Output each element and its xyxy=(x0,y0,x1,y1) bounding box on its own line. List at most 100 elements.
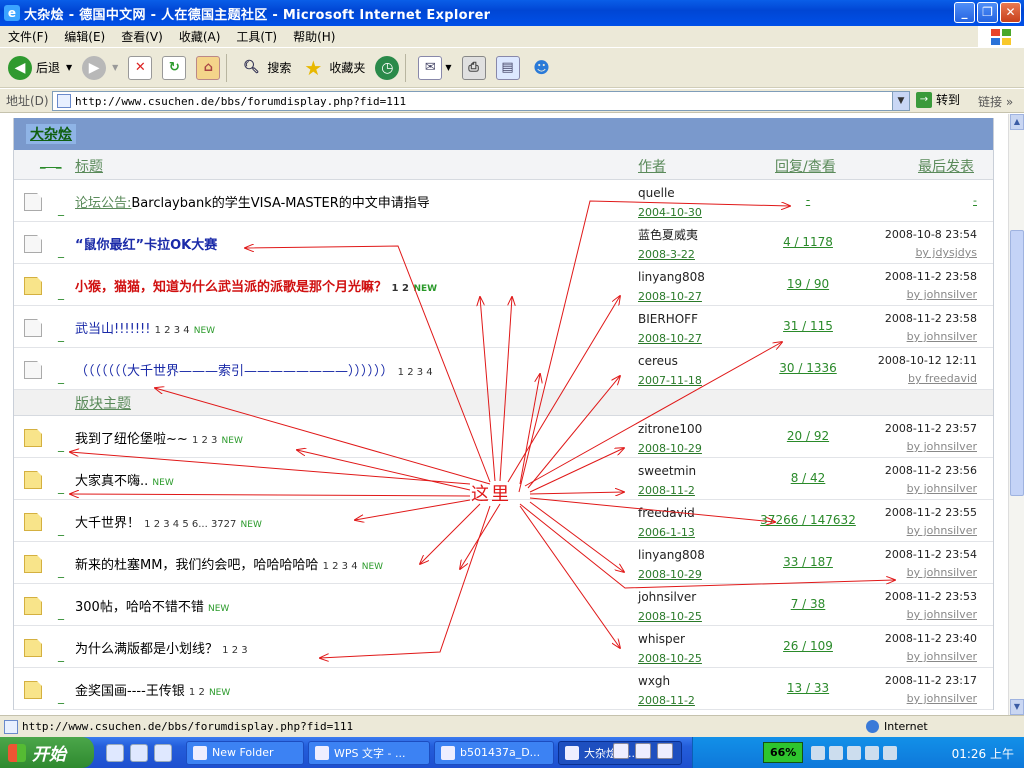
thread-title[interactable]: 武当山!!!!!!! 1 2 3 4 NEW xyxy=(75,318,215,337)
tray-arrow-icon[interactable] xyxy=(811,745,826,760)
thread-title-text[interactable]: 金奖国画----王传银 xyxy=(75,684,185,699)
last-post-by[interactable]: by johnsilver xyxy=(885,690,977,708)
mail-dropdown-icon[interactable]: ▼ xyxy=(445,63,451,72)
thread-title[interactable]: 新来的杜塞MM，我们约会吧，哈哈哈哈哈 1 2 3 4 NEW xyxy=(75,554,383,573)
favorites-button[interactable]: ★ 收藏夹 xyxy=(299,51,367,85)
author-name[interactable]: zitrone100 xyxy=(638,419,702,439)
task-wps[interactable]: WPS 文字 - ... xyxy=(308,740,430,765)
last-post-time[interactable]: 2008-11-2 23:40 xyxy=(885,630,977,648)
thread-title[interactable]: 大千世界！ 1 2 3 4 5 6... 3727 NEW xyxy=(75,512,262,531)
menu-tools[interactable]: 工具(T) xyxy=(228,28,285,45)
thread-title[interactable]: 我到了纽伦堡啦~~ 1 2 3 NEW xyxy=(75,428,243,447)
task-pdf[interactable]: b501437a_D... xyxy=(434,740,554,765)
replies-views[interactable]: - xyxy=(758,193,858,207)
thread-title[interactable]: 小猴，猫猫，知道为什么武当派的派歌是那个月光嘛？ 1 2 NEW xyxy=(75,276,437,295)
home-button[interactable]: ⌂ xyxy=(194,51,222,85)
author-name[interactable]: BIERHOFF xyxy=(638,309,702,329)
quicklaunch-media-icon[interactable] xyxy=(130,743,148,762)
last-post-by[interactable]: by johnsilver xyxy=(885,328,977,346)
thread-title[interactable]: （（（（（（（大千世界———索引————————）））））） 1 2 3 4 xyxy=(75,360,433,379)
thread-title[interactable]: 300帖，哈哈不错不错 NEW xyxy=(75,596,229,615)
last-post-time[interactable]: 2008-11-2 23:53 xyxy=(885,588,977,606)
quicklaunch-ie-icon[interactable] xyxy=(154,743,172,762)
page-links[interactable]: 1 2 3 4 5 6... 3727 xyxy=(144,519,236,530)
address-url[interactable]: http://www.csuchen.de/bbs/forumdisplay.p… xyxy=(75,95,406,108)
thread-title-text[interactable]: 300帖，哈哈不错不错 xyxy=(75,600,204,615)
thread-title-text[interactable]: “鼠你最红”卡拉OK大赛 xyxy=(75,238,217,253)
start-button[interactable]: 开始 xyxy=(0,737,94,768)
column-last-post[interactable]: 最后发表 xyxy=(918,156,974,176)
author-name[interactable]: wxgh xyxy=(638,671,695,691)
forward-button[interactable]: ▶ ▼ xyxy=(80,51,120,85)
replies-views[interactable]: 8 / 42 xyxy=(758,471,858,485)
messenger-button[interactable]: ☻ xyxy=(528,51,556,85)
go-button[interactable]: → 转到 xyxy=(916,91,960,108)
search-button[interactable]: 🔍︎ 搜索 xyxy=(237,51,293,85)
last-post-time[interactable]: 2008-11-2 23:56 xyxy=(885,462,977,480)
replies-views[interactable]: 30 / 1336 xyxy=(758,361,858,375)
forward-dropdown-icon[interactable]: ▼ xyxy=(112,63,118,72)
thread-title-text[interactable]: 武当山!!!!!!! xyxy=(75,322,150,337)
page-links[interactable]: 1 2 3 4 xyxy=(155,325,190,336)
forum-name[interactable]: 大杂烩 xyxy=(26,124,76,144)
thread-title-text[interactable]: 大千世界！ xyxy=(75,516,140,531)
replies-views[interactable]: 31 / 115 xyxy=(758,319,858,333)
last-post-by[interactable]: by johnsilver xyxy=(885,606,977,624)
replies-views[interactable]: 7 / 38 xyxy=(758,597,858,611)
replies-views[interactable]: 19 / 90 xyxy=(758,277,858,291)
keyboard-icon[interactable] xyxy=(613,743,629,759)
author-name[interactable]: sweetmin xyxy=(638,461,696,481)
author-name[interactable]: 蓝色夏威夷 xyxy=(638,225,698,245)
replies-views[interactable]: 26 / 109 xyxy=(758,639,858,653)
shield-icon[interactable] xyxy=(829,745,844,760)
last-post-time[interactable]: 2008-11-2 23:58 xyxy=(885,268,977,286)
replies-views[interactable]: 13 / 33 xyxy=(758,681,858,695)
back-button[interactable]: ◀ 后退 ▼ xyxy=(6,51,74,85)
task-new-folder[interactable]: New Folder xyxy=(186,740,304,765)
history-button[interactable]: ◷ xyxy=(373,51,401,85)
last-post-by[interactable]: by johnsilver xyxy=(885,480,977,498)
thread-title-text[interactable]: （（（（（（（大千世界———索引————————）））））） xyxy=(75,364,394,379)
vertical-scrollbar[interactable]: ▲ ▼ xyxy=(1008,114,1024,715)
author-name[interactable]: freedavid xyxy=(638,503,695,523)
last-post-time[interactable]: 2008-10-12 12:11 xyxy=(878,352,977,370)
volume-icon[interactable] xyxy=(865,745,880,760)
links-button[interactable]: 链接 » xyxy=(978,93,1013,110)
help-icon[interactable] xyxy=(635,743,651,759)
page-links[interactable]: 1 2 xyxy=(392,283,409,294)
mail-button[interactable]: ✉ ▼ xyxy=(416,51,453,85)
thread-title[interactable]: “鼠你最红”卡拉OK大赛 xyxy=(75,234,217,253)
menu-edit[interactable]: 编辑(E) xyxy=(56,28,113,45)
menu-favorites[interactable]: 收藏(A) xyxy=(171,28,229,45)
thread-title-text[interactable]: 我到了纽伦堡啦~~ xyxy=(75,432,188,447)
last-post[interactable]: - xyxy=(973,192,977,210)
address-input[interactable]: http://www.csuchen.de/bbs/forumdisplay.p… xyxy=(52,91,910,111)
menu-help[interactable]: 帮助(H) xyxy=(285,28,343,45)
replies-views[interactable]: 37266 / 147632 xyxy=(758,513,858,527)
last-post-time[interactable]: 2008-10-8 23:54 xyxy=(885,226,977,244)
stop-button[interactable]: ✕ xyxy=(126,51,154,85)
last-post-time[interactable]: 2008-11-2 23:57 xyxy=(885,420,977,438)
thread-title-text[interactable]: 大家真不嗨.. xyxy=(75,474,148,489)
thread-title-text[interactable]: 新来的杜塞MM，我们约会吧，哈哈哈哈哈 xyxy=(75,558,318,573)
scroll-up-icon[interactable]: ▲ xyxy=(1010,114,1024,130)
replies-views[interactable]: 20 / 92 xyxy=(758,429,858,443)
address-dropdown-icon[interactable]: ▼ xyxy=(892,92,909,110)
column-author[interactable]: 作者 xyxy=(638,156,666,176)
last-post-by[interactable]: by johnsilver xyxy=(885,522,977,540)
antivirus-icon[interactable] xyxy=(883,745,898,760)
replies-views[interactable]: 4 / 1178 xyxy=(758,235,858,249)
close-button[interactable]: ✕ xyxy=(1000,2,1021,23)
minimize-button[interactable]: _ xyxy=(954,2,975,23)
battery-indicator[interactable]: 66% xyxy=(763,742,804,763)
last-post-by[interactable]: by jdysjdys xyxy=(885,244,977,262)
scroll-thumb[interactable] xyxy=(1010,230,1024,496)
author-name[interactable]: whisper xyxy=(638,629,702,649)
clock[interactable]: 01:26 上午 xyxy=(952,745,1014,762)
author-name[interactable]: linyang808 xyxy=(638,267,705,287)
page-links[interactable]: 1 2 xyxy=(189,687,205,698)
last-post-time[interactable]: 2008-11-2 23:58 xyxy=(885,310,977,328)
back-dropdown-icon[interactable]: ▼ xyxy=(66,63,72,72)
column-replies-views[interactable]: 回复/查看 xyxy=(775,156,836,176)
page-links[interactable]: 1 2 3 4 xyxy=(323,561,358,572)
